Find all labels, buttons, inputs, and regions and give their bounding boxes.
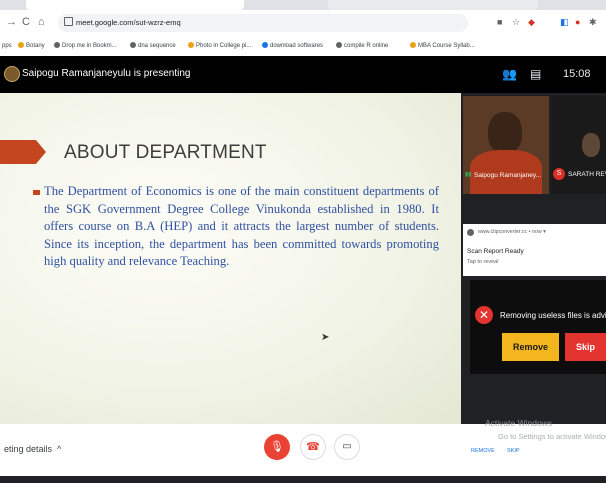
extension-icon-2[interactable]: ◧: [560, 16, 569, 28]
back-icon[interactable]: →: [6, 13, 17, 31]
screen-bottom-edge: [0, 476, 606, 483]
tab-other[interactable]: [328, 0, 538, 10]
folder-icon: [18, 42, 24, 48]
skip-button[interactable]: Skip: [565, 333, 606, 361]
slide-body: The Department of Economics is one of th…: [44, 184, 439, 269]
speaking-icon: ▮▮: [465, 172, 472, 178]
folder-icon: [188, 42, 194, 48]
slide-title: ABOUT DEPARTMENT: [64, 142, 267, 163]
participant-video: [582, 133, 600, 157]
camera-icon: ▭: [342, 441, 352, 452]
globe-icon: [410, 42, 416, 48]
close-icon[interactable]: ✕: [475, 306, 493, 324]
tab-meet[interactable]: [26, 0, 244, 10]
home-icon[interactable]: ⌂: [38, 13, 45, 31]
popup-message: Removing useless files is advis: [500, 311, 606, 320]
activate-windows-watermark: Activate Windows: [485, 418, 553, 428]
bookmark-item[interactable]: compile R online: [336, 42, 388, 51]
participant-name: Saipogu Ramanjaney...: [474, 172, 542, 179]
meeting-details-button[interactable]: eting details ^: [4, 443, 61, 455]
notification-source: www.clipconverter.cc • now ▾: [478, 229, 546, 235]
presenting-label: Saipogu Ramanjaneyulu is presenting: [22, 68, 191, 79]
reload-icon[interactable]: C: [22, 13, 30, 31]
participant-name: SARATH REV: [568, 171, 606, 178]
lock-icon: [64, 17, 73, 26]
remove-button[interactable]: Remove: [502, 333, 559, 361]
bookmark-item[interactable]: Botany: [18, 42, 45, 51]
bookmark-item[interactable]: dna sequence: [130, 42, 176, 51]
bookmark-item[interactable]: Drop me in Bookm...: [54, 42, 117, 51]
puzzle-icon[interactable]: ✱: [589, 16, 597, 28]
mouse-cursor-icon: ➤: [321, 332, 330, 343]
participant-avatar: S: [553, 168, 565, 180]
globe-icon: [336, 42, 342, 48]
clock: 15:08: [563, 68, 591, 80]
folder-icon: [262, 42, 268, 48]
camera-icon[interactable]: ■: [497, 16, 502, 28]
notification-title: Scan Report Ready: [467, 248, 524, 255]
people-icon[interactable]: 👥: [502, 66, 517, 82]
bullet-icon: [33, 190, 40, 195]
bookmark-item[interactable]: MBA Course Syllab...: [410, 42, 475, 51]
mic-off-icon: 🎙: [270, 441, 284, 453]
chevron-up-icon: ^: [57, 444, 62, 454]
camera-button[interactable]: ▭: [334, 434, 360, 460]
mic-off-button[interactable]: 🎙: [264, 434, 290, 460]
popup-message-clip: Removing useless files is advis: [500, 305, 606, 323]
chat-icon[interactable]: ▤: [530, 66, 541, 82]
participant-video: [488, 112, 522, 154]
notification-subtitle: Tap to reveal: [467, 259, 499, 265]
skip-link[interactable]: SKIP: [507, 447, 520, 455]
phone-icon: ☎: [306, 441, 320, 453]
globe-icon: [130, 42, 136, 48]
bookmark-item[interactable]: download softwares: [262, 42, 323, 51]
presenter-avatar: [4, 66, 20, 82]
url-text: meet.google.com/sut-wzrz-emq: [76, 18, 181, 27]
globe-icon: [54, 42, 60, 48]
activate-windows-subtext: Go to Settings to activate Windows: [498, 432, 606, 441]
bookmark-item[interactable]: Photo in College pi...: [188, 42, 251, 51]
site-icon: [467, 229, 474, 236]
extension-icon-3[interactable]: ●: [575, 16, 580, 28]
star-icon[interactable]: ☆: [512, 16, 520, 28]
hang-up-button[interactable]: ☎: [300, 434, 326, 460]
remove-link[interactable]: REMOVE: [471, 447, 495, 455]
bookmark-item[interactable]: pps: [2, 42, 12, 51]
extension-icon[interactable]: ◆: [528, 16, 535, 28]
